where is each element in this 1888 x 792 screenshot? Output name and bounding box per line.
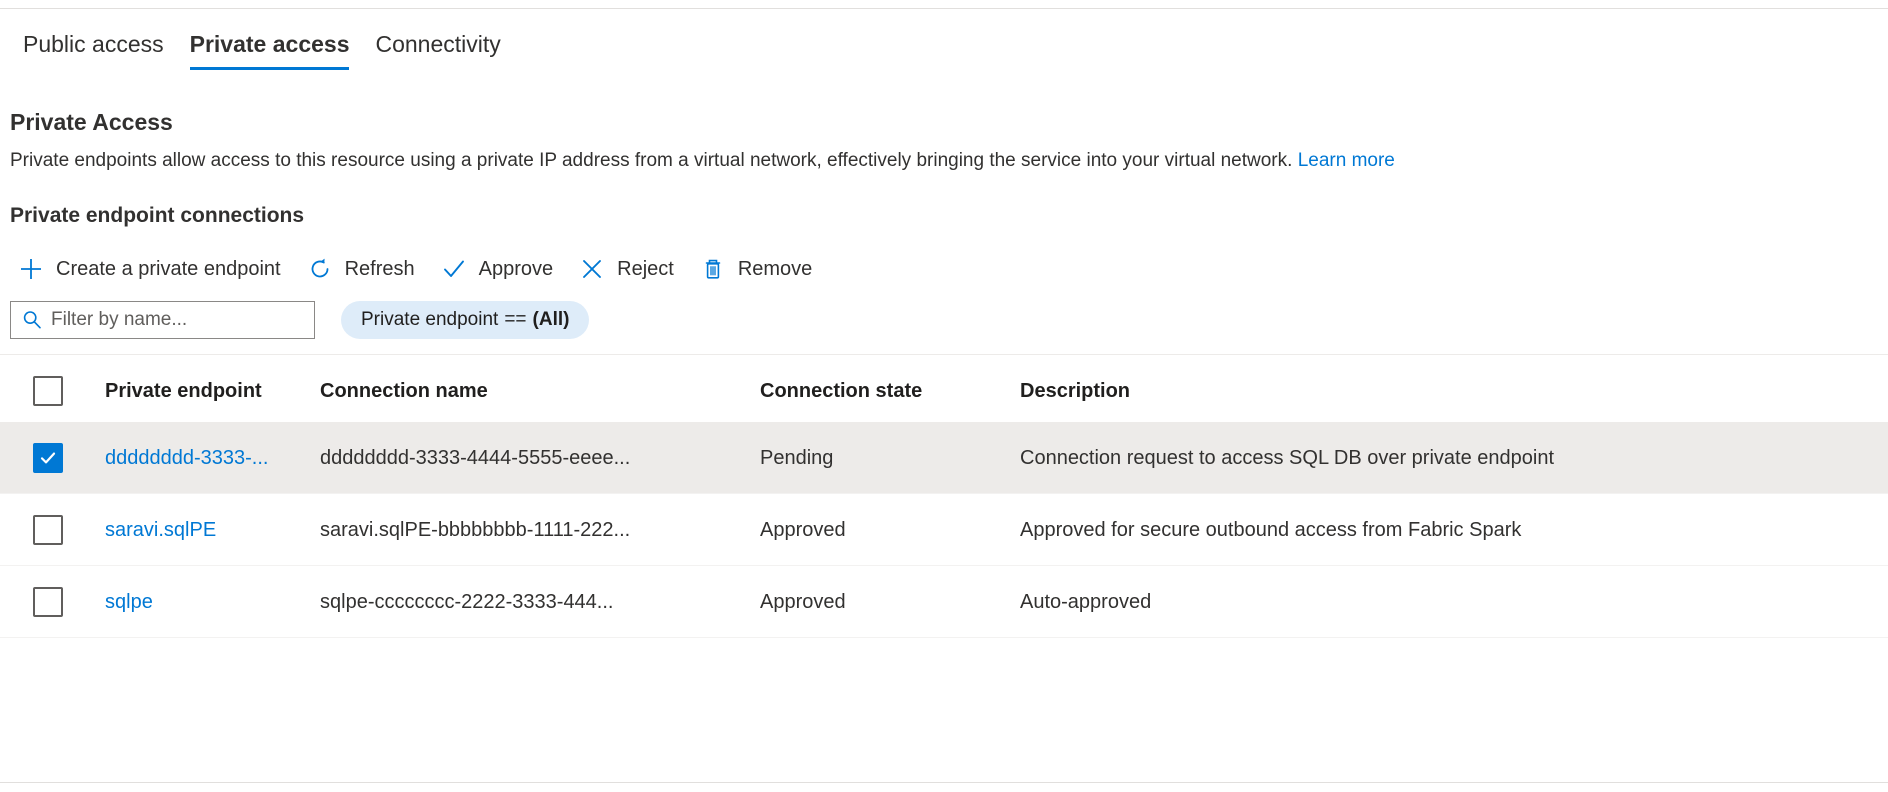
table-bottom-divider [0, 782, 1888, 783]
section-description: Private endpoints allow access to this r… [10, 148, 1395, 174]
search-box[interactable] [10, 301, 315, 339]
column-header-connection-state[interactable]: Connection state [760, 378, 1020, 404]
page-title: Private Access [10, 109, 173, 135]
subsection-title: Private endpoint connections [10, 204, 305, 227]
reject-button[interactable]: Reject [571, 248, 686, 290]
table-row[interactable]: sqlpe sqlpe-cccccccc-2222-3333-444... Ap… [0, 566, 1888, 638]
command-label: Approve [478, 258, 554, 280]
command-label: Reject [617, 258, 674, 280]
column-header-description[interactable]: Description [1020, 378, 1888, 404]
approve-button[interactable]: Approve [433, 248, 566, 290]
row-checkbox[interactable] [33, 586, 63, 617]
row-select-cell [0, 514, 105, 545]
top-divider [0, 8, 1888, 9]
row-select-cell [0, 442, 105, 473]
create-private-endpoint-button[interactable]: Create a private endpoint [10, 248, 293, 290]
command-label: Create a private endpoint [56, 258, 281, 280]
private-endpoint-link[interactable]: saravi.sqlPE [105, 519, 216, 541]
private-endpoint-link[interactable]: sqlpe [105, 591, 153, 613]
filter-by-name-input[interactable] [51, 309, 291, 331]
cross-icon [577, 254, 607, 284]
tab-label: Public access [23, 31, 164, 57]
learn-more-link[interactable]: Learn more [1298, 150, 1395, 171]
filter-divider [0, 354, 1888, 355]
refresh-button[interactable]: Refresh [299, 248, 427, 290]
cell-connection-state: Approved [760, 518, 846, 541]
table-row[interactable]: dddddddd-3333-... dddddddd-3333-4444-555… [0, 422, 1888, 494]
filter-pill-field: Private endpoint [361, 309, 499, 330]
cell-connection-name: saravi.sqlPE-bbbbbbbb-1111-222... [320, 518, 631, 541]
cell-description: Auto-approved [1020, 590, 1152, 613]
select-all-cell [0, 376, 105, 406]
refresh-icon [305, 254, 335, 284]
cell-connection-name: dddddddd-3333-4444-5555-eeee... [320, 446, 631, 469]
cell-description: Approved for secure outbound access from… [1020, 518, 1522, 541]
cell-connection-state: Pending [760, 446, 834, 469]
select-all-checkbox[interactable] [33, 376, 63, 406]
cell-private-endpoint: dddddddd-3333-... [105, 445, 320, 471]
private-access-page: Public access Private access Connectivit… [0, 0, 1888, 792]
private-endpoint-connections-table: Private endpoint Connection name Connect… [0, 360, 1888, 638]
tab-label: Connectivity [375, 31, 501, 57]
row-checkbox[interactable] [33, 442, 63, 473]
row-select-cell [0, 586, 105, 617]
tab-bar: Public access Private access Connectivit… [10, 24, 514, 80]
checkmark-icon [439, 254, 469, 284]
tab-private-access[interactable]: Private access [177, 24, 363, 76]
filter-pill-private-endpoint[interactable]: Private endpoint == (All) [341, 301, 590, 339]
cell-private-endpoint: saravi.sqlPE [105, 517, 320, 543]
command-bar: Create a private endpoint Refresh Approv… [10, 248, 830, 290]
table-header-row: Private endpoint Connection name Connect… [0, 360, 1888, 422]
filter-pill-value: (All) [532, 309, 570, 330]
private-endpoint-link[interactable]: dddddddd-3333-... [105, 447, 268, 469]
tab-connectivity[interactable]: Connectivity [362, 24, 513, 76]
column-header-private-endpoint[interactable]: Private endpoint [105, 378, 320, 404]
command-label: Refresh [344, 258, 415, 280]
cell-private-endpoint: sqlpe [105, 589, 320, 615]
search-icon [19, 307, 45, 333]
description-text: Private endpoints allow access to this r… [10, 150, 1293, 171]
trash-icon [698, 254, 728, 284]
row-checkbox[interactable] [33, 514, 63, 545]
filter-pill-operator: == [504, 309, 527, 330]
tab-label: Private access [189, 31, 350, 57]
cell-connection-state: Approved [760, 590, 846, 613]
cell-connection-name: sqlpe-cccccccc-2222-3333-444... [320, 590, 614, 613]
column-header-connection-name[interactable]: Connection name [320, 378, 760, 404]
remove-button[interactable]: Remove [692, 248, 824, 290]
tab-public-access[interactable]: Public access [10, 24, 177, 76]
filter-row: Private endpoint == (All) [10, 300, 590, 340]
plus-icon [16, 254, 46, 284]
command-label: Remove [737, 258, 813, 280]
cell-description: Connection request to access SQL DB over… [1020, 446, 1555, 469]
table-row[interactable]: saravi.sqlPE saravi.sqlPE-bbbbbbbb-1111-… [0, 494, 1888, 566]
